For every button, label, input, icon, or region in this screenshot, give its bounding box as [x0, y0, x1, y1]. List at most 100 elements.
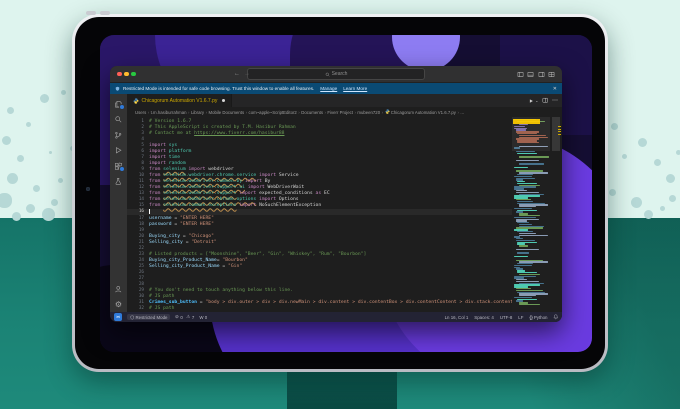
zoom-window-button[interactable] — [131, 71, 136, 77]
restricted-mode-status[interactable]: Restricted Mode — [127, 314, 170, 320]
breadcrumb-item[interactable]: Library — [191, 110, 204, 115]
code-token: # JS path — [149, 294, 175, 300]
line-number: 4 — [141, 136, 144, 142]
line-number: 16 — [138, 209, 144, 215]
code-token: selenium.webdriver.chrome.service — [163, 173, 257, 179]
status-item-utf-8[interactable]: UTF-8 — [500, 315, 512, 320]
code-token: selenium.common.exceptions — [163, 203, 237, 209]
remote-indicator[interactable]: >< — [114, 313, 122, 321]
toggle-sidebar-icon[interactable] — [517, 71, 524, 78]
code-editor[interactable]: 1 # Version 1.6.7 2 # This AppleScript is c… — [127, 117, 562, 312]
breadcrumb-item[interactable]: Chicagorum Automation V1.6.7.py — [385, 109, 456, 115]
line-number: 21 — [138, 239, 144, 245]
minimap-line — [515, 159, 539, 162]
breadcrumb-item[interactable]: Users — [135, 110, 146, 115]
breadcrumb-separator: › — [147, 109, 150, 115]
braces-icon: {} — [529, 314, 533, 320]
notifications-bell-icon[interactable] — [552, 314, 559, 320]
breadcrumb-item[interactable]: com~apple~ScriptEditor2 — [249, 110, 297, 115]
breadcrumb-item[interactable]: Mobile Documents — [209, 110, 245, 115]
more-actions-icon[interactable]: ⋯ — [552, 98, 558, 104]
modified-dot-icon[interactable] — [221, 99, 225, 102]
code-token: from — [149, 173, 164, 179]
vscode-window: ← → Search Restricted Mode is intended f… — [110, 66, 562, 322]
status-item-lf[interactable]: LF — [518, 315, 523, 320]
activity-bar: ⚙ — [110, 94, 127, 312]
code-token: import — [236, 191, 260, 197]
banner-close-icon[interactable]: ✕ — [553, 86, 557, 92]
back-button[interactable]: ← — [234, 71, 240, 77]
code-token: EC — [324, 191, 330, 197]
status-item-ln-16-col-1[interactable]: Ln 16, Col 1 — [445, 315, 469, 320]
status-right: Ln 16, Col 1 Spaces: 4 UTF-8 LF {}Python — [445, 315, 548, 320]
breadcrumb-item[interactable]: Documents — [301, 110, 323, 115]
code-token: = — [171, 221, 181, 227]
code-token: = — [219, 264, 229, 270]
breadcrumb-item[interactable]: mubeen720 — [357, 110, 380, 115]
settings-button[interactable]: ⚙ — [110, 297, 127, 313]
problems-status[interactable]: ⊘ 0 ⚠ 7 — [175, 314, 194, 320]
sidebar-item-testing[interactable] — [110, 174, 127, 190]
breadcrumb-item[interactable]: Fiverr Project — [327, 110, 353, 115]
toggle-secondary-sidebar-icon[interactable] — [538, 71, 545, 78]
status-item-spaces-4[interactable]: Spaces: 4 — [474, 315, 494, 320]
code-token: import — [149, 160, 169, 166]
code-token: from — [149, 167, 164, 173]
sidebar-item-search[interactable] — [110, 112, 127, 128]
code-token: import — [242, 179, 265, 185]
minimap-line — [515, 289, 543, 292]
status-item-python[interactable]: {}Python — [529, 315, 547, 320]
code-token: WebDriverWait — [267, 185, 305, 191]
volume-up-button[interactable] — [86, 11, 96, 15]
manage-link[interactable]: Manage — [320, 86, 337, 91]
breadcrumb-item[interactable]: t.m.hasiburrahman — [151, 110, 187, 115]
source-control-icon — [115, 131, 122, 139]
toggle-panel-icon[interactable] — [527, 71, 534, 78]
sidebar-item-source-control[interactable] — [110, 127, 127, 143]
line-number: 32 — [138, 306, 144, 312]
code-token: Selling_city — [149, 239, 183, 245]
minimize-window-button[interactable] — [124, 71, 129, 77]
minimap[interactable] — [512, 117, 550, 312]
run-dropdown-icon[interactable]: ⌄ — [535, 98, 538, 103]
breadcrumb-separator: › — [354, 109, 356, 115]
code-token: time — [168, 154, 181, 160]
code-token: selenium.webdriver.support — [163, 191, 237, 197]
minimap-line — [518, 234, 548, 236]
line-number: 2 — [141, 124, 144, 130]
code-token: as — [312, 191, 324, 197]
editor-scrollbar[interactable] — [550, 117, 562, 312]
split-editor-icon[interactable] — [542, 97, 549, 104]
forward-button[interactable]: → — [244, 71, 250, 77]
learn-more-link[interactable]: Learn More — [343, 86, 367, 91]
account-button[interactable] — [110, 281, 127, 297]
tab-active-file[interactable]: Chicagorum Automation V1.6.7.py — [127, 94, 232, 107]
editor-actions: ⌄ ⋯ — [528, 94, 558, 107]
line-number: 7 — [141, 154, 144, 160]
sidebar-item-explorer[interactable] — [110, 96, 127, 112]
warning-icon: ⚠ — [186, 314, 191, 319]
code-token: "Bourbon" — [222, 257, 248, 263]
code-token: = — [171, 215, 181, 221]
code-token: "ENTER HERE" — [180, 221, 214, 227]
volume-down-button[interactable] — [100, 11, 110, 15]
code-token: "ENTER HERE" — [180, 215, 214, 221]
code-token: # You don't need to touch anything below… — [149, 288, 293, 294]
breadcrumb-separator: › — [205, 109, 208, 115]
close-window-button[interactable] — [117, 71, 122, 77]
search-icon — [115, 116, 122, 123]
run-button[interactable] — [528, 98, 534, 104]
code-token: from — [149, 191, 164, 197]
line-number: 5 — [141, 142, 144, 148]
code-token: from — [149, 203, 164, 209]
breadcrumb-item[interactable]: ... — [460, 110, 464, 115]
sidebar-item-extensions[interactable] — [110, 158, 127, 174]
code-token: "Chicago" — [188, 233, 214, 239]
line-number: 25 — [138, 264, 144, 270]
code-token: "Detroit" — [191, 239, 217, 245]
customize-layout-icon[interactable] — [548, 71, 555, 78]
code-token: # Listed products = ["Moonshine", "Beer"… — [149, 251, 367, 257]
command-center-search[interactable]: Search — [247, 68, 425, 80]
sidebar-item-run-debug[interactable] — [110, 143, 127, 159]
status-item[interactable]: W 0 — [199, 315, 207, 320]
